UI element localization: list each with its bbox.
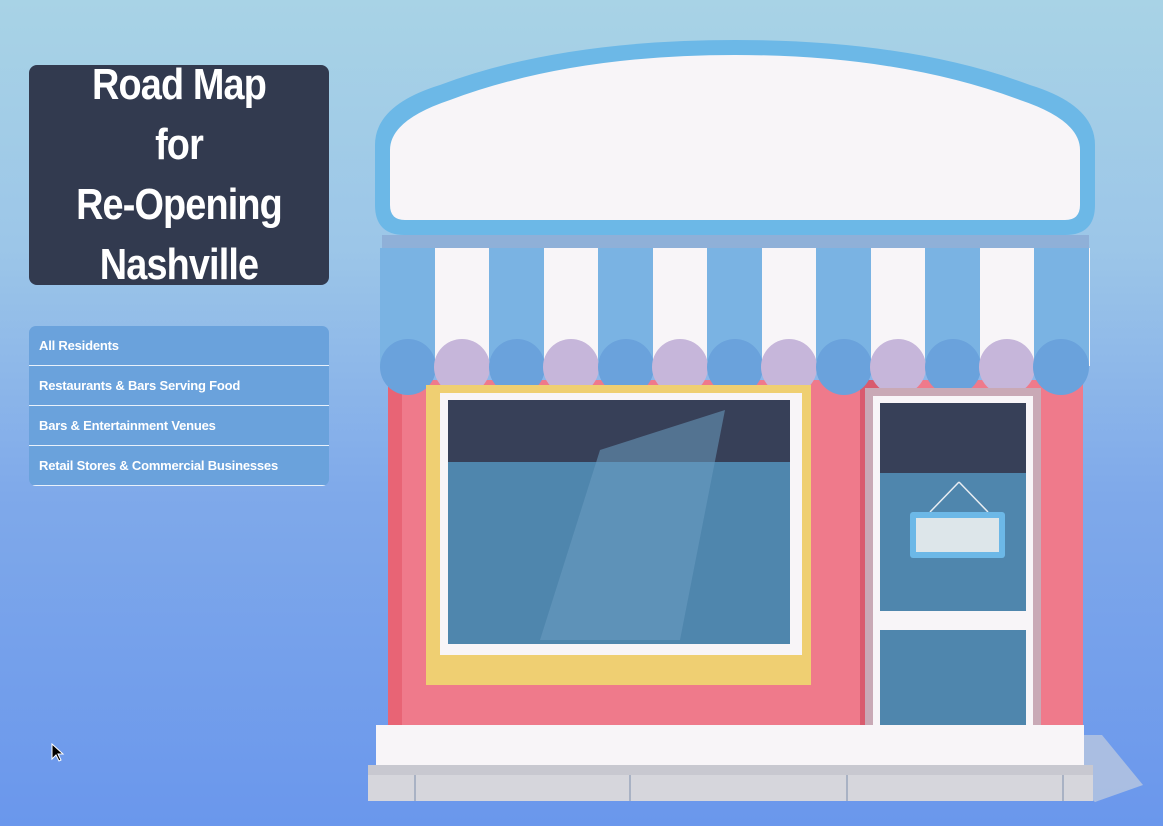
menu-item-bars-entertainment[interactable]: Bars & Entertainment Venues: [29, 406, 329, 446]
store-sign: [375, 40, 1095, 235]
shop-door: [865, 388, 1041, 760]
title-line-2: Re-Opening: [76, 180, 283, 229]
storefront-illustration: [368, 40, 1143, 802]
title-line-3: Nashville: [99, 240, 259, 289]
category-menu: All Residents Restaurants & Bars Serving…: [29, 326, 329, 486]
title-card: Road Map for Re-Opening Nashville: [29, 60, 329, 289]
page-title: Road Map for Re-Opening Nashville: [67, 55, 291, 295]
title-line-1: Road Map for: [92, 60, 267, 169]
menu-item-all-residents[interactable]: All Residents: [29, 326, 329, 366]
mouse-pointer-icon: [51, 743, 65, 762]
awning: [380, 248, 1090, 395]
menu-item-retail-commercial[interactable]: Retail Stores & Commercial Businesses: [29, 446, 329, 486]
menu-item-restaurants-bars[interactable]: Restaurants & Bars Serving Food: [29, 366, 329, 406]
shop-window: [426, 385, 811, 685]
